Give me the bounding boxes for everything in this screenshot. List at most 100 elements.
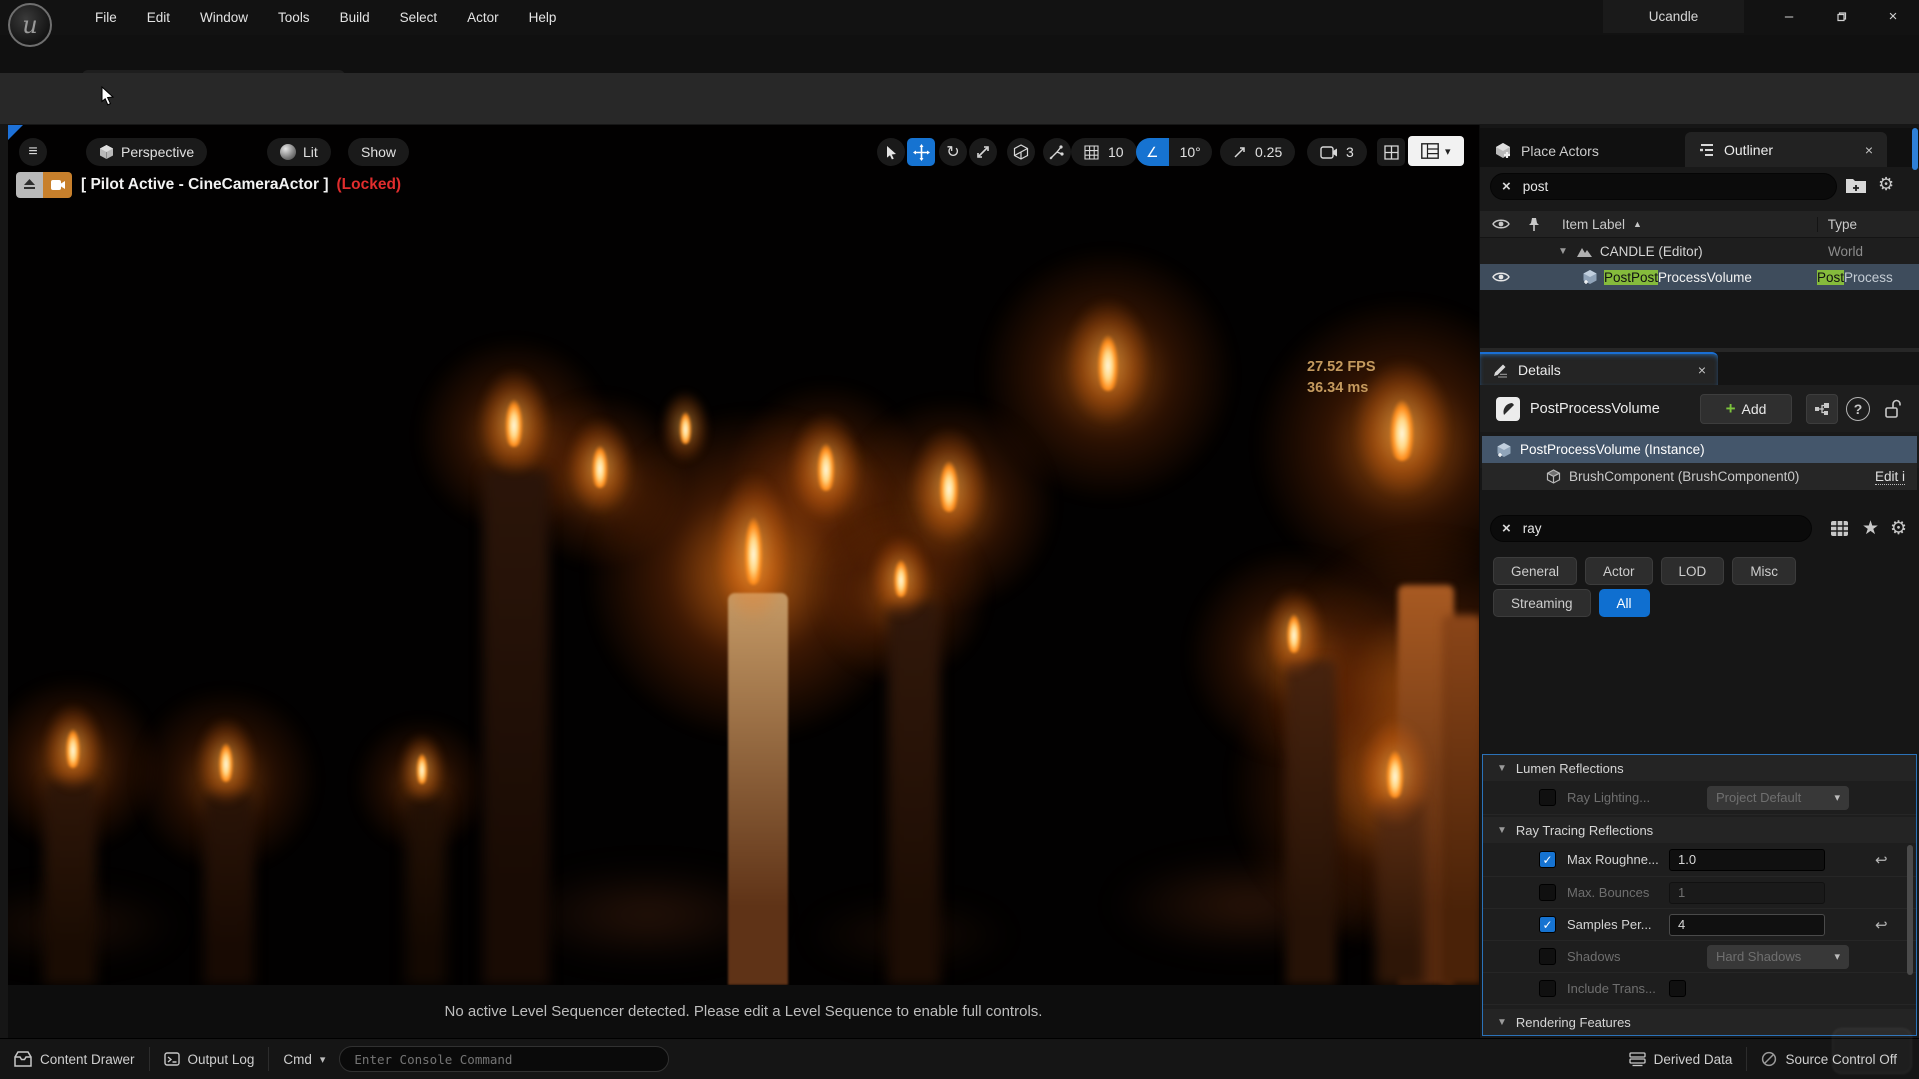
clear-search-icon[interactable]: ×	[1502, 520, 1511, 537]
include-translucent-value-checkbox[interactable]	[1669, 980, 1686, 997]
details-search[interactable]: ×	[1490, 515, 1812, 542]
content-drawer-button[interactable]: Content Drawer	[0, 1039, 149, 1079]
surface-snap-toggle[interactable]	[1043, 138, 1071, 166]
component-row[interactable]: BrushComponent (BrushComponent0) Edit i	[1482, 463, 1917, 490]
cmd-dropdown[interactable]: Cmd ▾	[269, 1039, 339, 1079]
console-command-input[interactable]	[339, 1046, 669, 1072]
filter-streaming[interactable]: Streaming	[1493, 589, 1591, 617]
close-outliner-icon[interactable]: ×	[1865, 142, 1873, 158]
reset-to-default-icon[interactable]: ↩	[1875, 851, 1888, 869]
right-panel: Place Actors Outliner × × ⚙ Item Label ▲…	[1480, 125, 1919, 1038]
checkbox-shadows[interactable]	[1539, 948, 1556, 965]
details-search-input[interactable]	[1523, 521, 1800, 536]
visibility-column-eye-icon[interactable]	[1492, 218, 1510, 230]
collapse-icon[interactable]: ▼	[1558, 246, 1568, 257]
properties-scrollbar[interactable]	[1907, 845, 1913, 975]
menu-help[interactable]: Help	[518, 6, 568, 29]
checkbox-ray-lighting[interactable]	[1539, 789, 1556, 806]
menu-file[interactable]: File	[84, 6, 128, 29]
prop-shadows: Shadows Hard Shadows ▾	[1483, 941, 1916, 973]
chevron-down-icon: ▾	[320, 1053, 326, 1066]
checkbox-max-roughness[interactable]: ✓	[1539, 851, 1556, 868]
viewport-options-menu[interactable]: ≡	[19, 138, 47, 166]
place-actors-label: Place Actors	[1521, 143, 1599, 159]
max-roughness-input[interactable]: 1.0	[1669, 849, 1825, 871]
tab-outliner[interactable]: Outliner ×	[1685, 132, 1887, 167]
unlock-icon[interactable]	[1884, 399, 1901, 419]
outliner-search-input[interactable]	[1523, 179, 1825, 194]
grid-snap-control[interactable]: 10	[1071, 138, 1137, 166]
camera-speed-value: 3	[1346, 144, 1354, 160]
stop-piloting-button[interactable]	[16, 172, 43, 198]
sequencer-message: No active Level Sequencer detected. Plea…	[8, 985, 1479, 1038]
filter-all[interactable]: All	[1599, 589, 1650, 617]
quad-view-toggle[interactable]	[1377, 138, 1405, 166]
menu-select[interactable]: Select	[389, 6, 449, 29]
section-ray-tracing-reflections[interactable]: ▼ Ray Tracing Reflections	[1483, 817, 1916, 843]
samples-input[interactable]: 4	[1669, 914, 1825, 936]
menu-actor[interactable]: Actor	[456, 6, 510, 29]
menu-build[interactable]: Build	[329, 6, 381, 29]
scale-snap-control[interactable]: 0.25	[1220, 138, 1295, 166]
type-column[interactable]: Type	[1817, 217, 1857, 232]
outliner-row-level[interactable]: ▼ CANDLE (Editor) World	[1480, 238, 1919, 264]
scale-tool[interactable]	[969, 138, 997, 166]
viewport-layout-dropdown[interactable]: ▾	[1408, 136, 1464, 166]
world-space-toggle[interactable]	[1007, 138, 1035, 166]
edit-blueprint-button[interactable]	[1806, 394, 1838, 424]
clear-search-icon[interactable]: ×	[1502, 178, 1511, 195]
checkbox-max-bounces[interactable]	[1539, 884, 1556, 901]
piloted-camera-button[interactable]	[43, 172, 72, 198]
output-log-button[interactable]: Output Log	[150, 1039, 269, 1079]
edit-in-link[interactable]: Edit i	[1875, 469, 1905, 485]
menu-window[interactable]: Window	[189, 6, 259, 29]
outliner-row-postprocess-selected[interactable]: PostPostProcessVolume PostProcess	[1480, 264, 1919, 290]
move-tool[interactable]	[907, 138, 935, 166]
show-dropdown[interactable]: Show	[348, 138, 409, 166]
item-label-column[interactable]: Item Label	[1562, 217, 1625, 232]
outliner-search[interactable]: ×	[1490, 173, 1837, 200]
add-folder-icon[interactable]	[1845, 175, 1867, 195]
derived-data-button[interactable]: Derived Data	[1615, 1039, 1747, 1079]
pin-column-icon[interactable]	[1528, 217, 1540, 232]
section-lumen-reflections[interactable]: ▼ Lumen Reflections	[1483, 755, 1916, 781]
details-tab-bar: Details ×	[1480, 352, 1919, 385]
display-options-grid-icon[interactable]	[1830, 520, 1849, 537]
panel-scrollbar-thumb[interactable]	[1912, 128, 1918, 170]
tab-place-actors[interactable]: Place Actors	[1480, 134, 1613, 167]
candle-body	[483, 470, 549, 985]
instance-row-selected[interactable]: PostProcessVolume (Instance)	[1482, 436, 1917, 463]
minimize-button[interactable]: –	[1766, 0, 1812, 33]
candle-scene	[8, 125, 1479, 985]
add-component-button[interactable]: + Add	[1700, 394, 1792, 424]
perspective-dropdown[interactable]: Perspective	[86, 138, 207, 166]
restore-button[interactable]	[1818, 0, 1864, 33]
menu-tools[interactable]: Tools	[267, 6, 321, 29]
checkbox-samples[interactable]: ✓	[1539, 916, 1556, 933]
close-button[interactable]: ×	[1870, 0, 1916, 33]
details-settings-gear-icon[interactable]: ⚙	[1890, 517, 1907, 540]
select-tool[interactable]	[877, 138, 905, 166]
ray-lighting-dropdown[interactable]: Project Default ▾	[1707, 786, 1849, 810]
help-icon[interactable]: ?	[1846, 397, 1870, 421]
row-eye-icon[interactable]	[1492, 271, 1510, 283]
favorites-star-icon[interactable]: ★	[1862, 517, 1879, 540]
viewport[interactable]: ≡ Perspective Lit Show ↻ 10 ∠ 10° 0.25	[8, 125, 1479, 1038]
camera-speed-control[interactable]: 3	[1307, 138, 1367, 166]
tab-details[interactable]: Details ×	[1480, 352, 1718, 385]
menu-edit[interactable]: Edit	[136, 6, 181, 29]
shadows-dropdown[interactable]: Hard Shadows ▾	[1707, 945, 1849, 969]
rotate-tool[interactable]: ↻	[939, 138, 967, 166]
outliner-settings-gear-icon[interactable]: ⚙	[1878, 174, 1894, 195]
filter-lod[interactable]: LOD	[1661, 557, 1725, 585]
angle-snap-control[interactable]: ∠ 10°	[1136, 138, 1212, 166]
close-details-icon[interactable]: ×	[1698, 362, 1706, 378]
lit-mode-dropdown[interactable]: Lit	[267, 138, 331, 166]
filter-actor[interactable]: Actor	[1585, 557, 1653, 585]
filter-misc[interactable]: Misc	[1732, 557, 1796, 585]
max-bounces-input[interactable]: 1	[1669, 882, 1825, 904]
reset-to-default-icon[interactable]: ↩	[1875, 916, 1888, 934]
checkbox-include-translucent[interactable]	[1539, 980, 1556, 997]
filter-general[interactable]: General	[1493, 557, 1577, 585]
unreal-logo-icon[interactable]: u	[8, 3, 52, 47]
